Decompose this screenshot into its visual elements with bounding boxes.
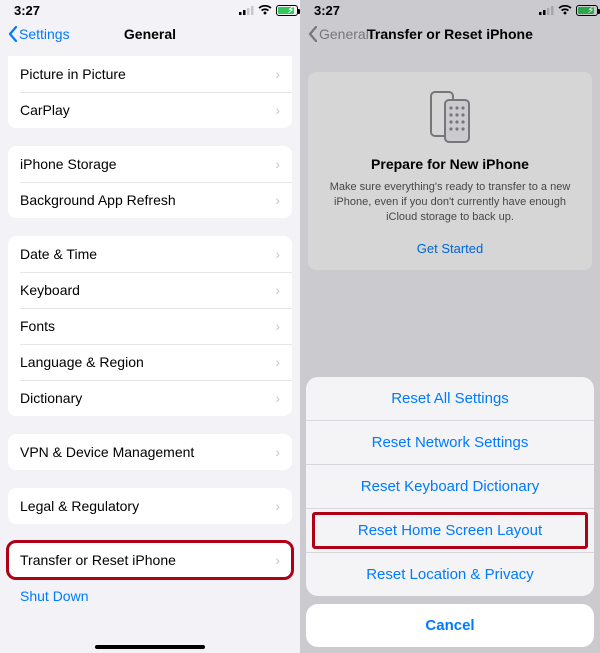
reset-action-sheet: Reset All Settings Reset Network Setting… [306, 377, 594, 647]
status-right: ⚡︎ [239, 3, 286, 18]
row-dictionary[interactable]: Dictionary › [8, 380, 292, 416]
settings-content: Picture in Picture › CarPlay › iPhone Stor… [0, 56, 300, 614]
chevron-right-icon: › [275, 192, 280, 208]
screen-general: 3:27 ⚡︎ Settings General Picture in Pict… [0, 0, 300, 653]
home-indicator[interactable] [95, 645, 205, 649]
chevron-right-icon: › [275, 354, 280, 370]
promo-body: Make sure everything's ready to transfer… [322, 180, 578, 225]
row-keyboard[interactable]: Keyboard › [8, 272, 292, 308]
chevron-right-icon: › [275, 102, 280, 118]
sheet-label: Reset Home Screen Layout [358, 522, 542, 539]
row-label: Picture in Picture [20, 66, 126, 82]
status-bar: 3:27 ⚡︎ [0, 0, 300, 18]
row-label: Transfer or Reset iPhone [20, 552, 176, 568]
battery-icon [576, 5, 598, 16]
sheet-reset-location-privacy[interactable]: Reset Location & Privacy [306, 552, 594, 596]
row-fonts[interactable]: Fonts › [8, 308, 292, 344]
group-vpn: VPN & Device Management › [8, 434, 292, 470]
chevron-right-icon: › [275, 156, 280, 172]
status-time: 3:27 [314, 3, 340, 18]
row-picture-in-picture[interactable]: Picture in Picture › [8, 56, 292, 92]
sheet-reset-all-settings[interactable]: Reset All Settings [306, 377, 594, 420]
group-storage: iPhone Storage › Background App Refresh › [8, 146, 292, 218]
group-media: Picture in Picture › CarPlay › [8, 56, 292, 128]
chevron-right-icon: › [275, 318, 280, 334]
screen-transfer-reset: 3:27 ⚡︎ General Transfer or Reset iPhone [300, 0, 600, 653]
chevron-right-icon: › [275, 498, 280, 514]
row-vpn-device-management[interactable]: VPN & Device Management › [8, 434, 292, 470]
row-label: Legal & Regulatory [20, 498, 139, 514]
row-label: Language & Region [20, 354, 144, 370]
back-button[interactable]: Settings [8, 26, 70, 42]
row-background-app-refresh[interactable]: Background App Refresh › [8, 182, 292, 218]
promo-card: Prepare for New iPhone Make sure everyth… [308, 72, 592, 270]
row-label: Dictionary [20, 390, 82, 406]
chevron-right-icon: › [275, 552, 280, 568]
status-right: ⚡︎ [539, 3, 586, 18]
row-label: iPhone Storage [20, 156, 117, 172]
wifi-icon [558, 3, 572, 18]
row-label: Date & Time [20, 246, 97, 262]
row-shut-down[interactable]: Shut Down [8, 578, 292, 614]
chevron-right-icon: › [275, 282, 280, 298]
group-transfer-reset: Transfer or Reset iPhone › [8, 542, 292, 578]
row-label: CarPlay [20, 102, 70, 118]
row-label: Background App Refresh [20, 192, 176, 208]
wifi-icon [258, 3, 272, 18]
row-label: Fonts [20, 318, 55, 334]
chevron-right-icon: › [275, 66, 280, 82]
chevron-right-icon: › [275, 246, 280, 262]
phone-transfer-icon [322, 90, 578, 144]
sheet-reset-home-screen-layout[interactable]: Reset Home Screen Layout [306, 508, 594, 552]
back-label: General [319, 26, 369, 42]
row-label: Shut Down [20, 588, 88, 604]
row-label: Keyboard [20, 282, 80, 298]
charging-icon: ⚡︎ [588, 5, 594, 16]
row-carplay[interactable]: CarPlay › [8, 92, 292, 128]
navbar-general: Settings General [0, 18, 300, 50]
back-label: Settings [19, 26, 70, 42]
sheet-cancel[interactable]: Cancel [306, 604, 594, 647]
charging-icon: ⚡︎ [288, 5, 294, 16]
navbar-transfer-reset: General Transfer or Reset iPhone [300, 18, 600, 50]
signal-icon [239, 3, 254, 18]
group-legal: Legal & Regulatory › [8, 488, 292, 524]
status-bar: 3:27 ⚡︎ [300, 0, 600, 18]
status-time: 3:27 [14, 3, 40, 18]
row-transfer-or-reset-iphone[interactable]: Transfer or Reset iPhone › [8, 542, 292, 578]
battery-icon [276, 5, 298, 16]
back-button[interactable]: General [308, 26, 369, 42]
chevron-right-icon: › [275, 444, 280, 460]
sheet-options: Reset All Settings Reset Network Setting… [306, 377, 594, 596]
chevron-left-icon [308, 26, 317, 42]
group-locale: Date & Time › Keyboard › Fonts › Language &… [8, 236, 292, 416]
promo-get-started[interactable]: Get Started [322, 241, 578, 256]
chevron-right-icon: › [275, 390, 280, 406]
sheet-reset-network-settings[interactable]: Reset Network Settings [306, 420, 594, 464]
row-legal-regulatory[interactable]: Legal & Regulatory › [8, 488, 292, 524]
sheet-reset-keyboard-dictionary[interactable]: Reset Keyboard Dictionary [306, 464, 594, 508]
row-label: VPN & Device Management [20, 444, 194, 460]
row-iphone-storage[interactable]: iPhone Storage › [8, 146, 292, 182]
signal-icon [539, 3, 554, 18]
row-language-region[interactable]: Language & Region › [8, 344, 292, 380]
row-date-time[interactable]: Date & Time › [8, 236, 292, 272]
promo-heading: Prepare for New iPhone [322, 156, 578, 172]
chevron-left-icon [8, 26, 17, 42]
